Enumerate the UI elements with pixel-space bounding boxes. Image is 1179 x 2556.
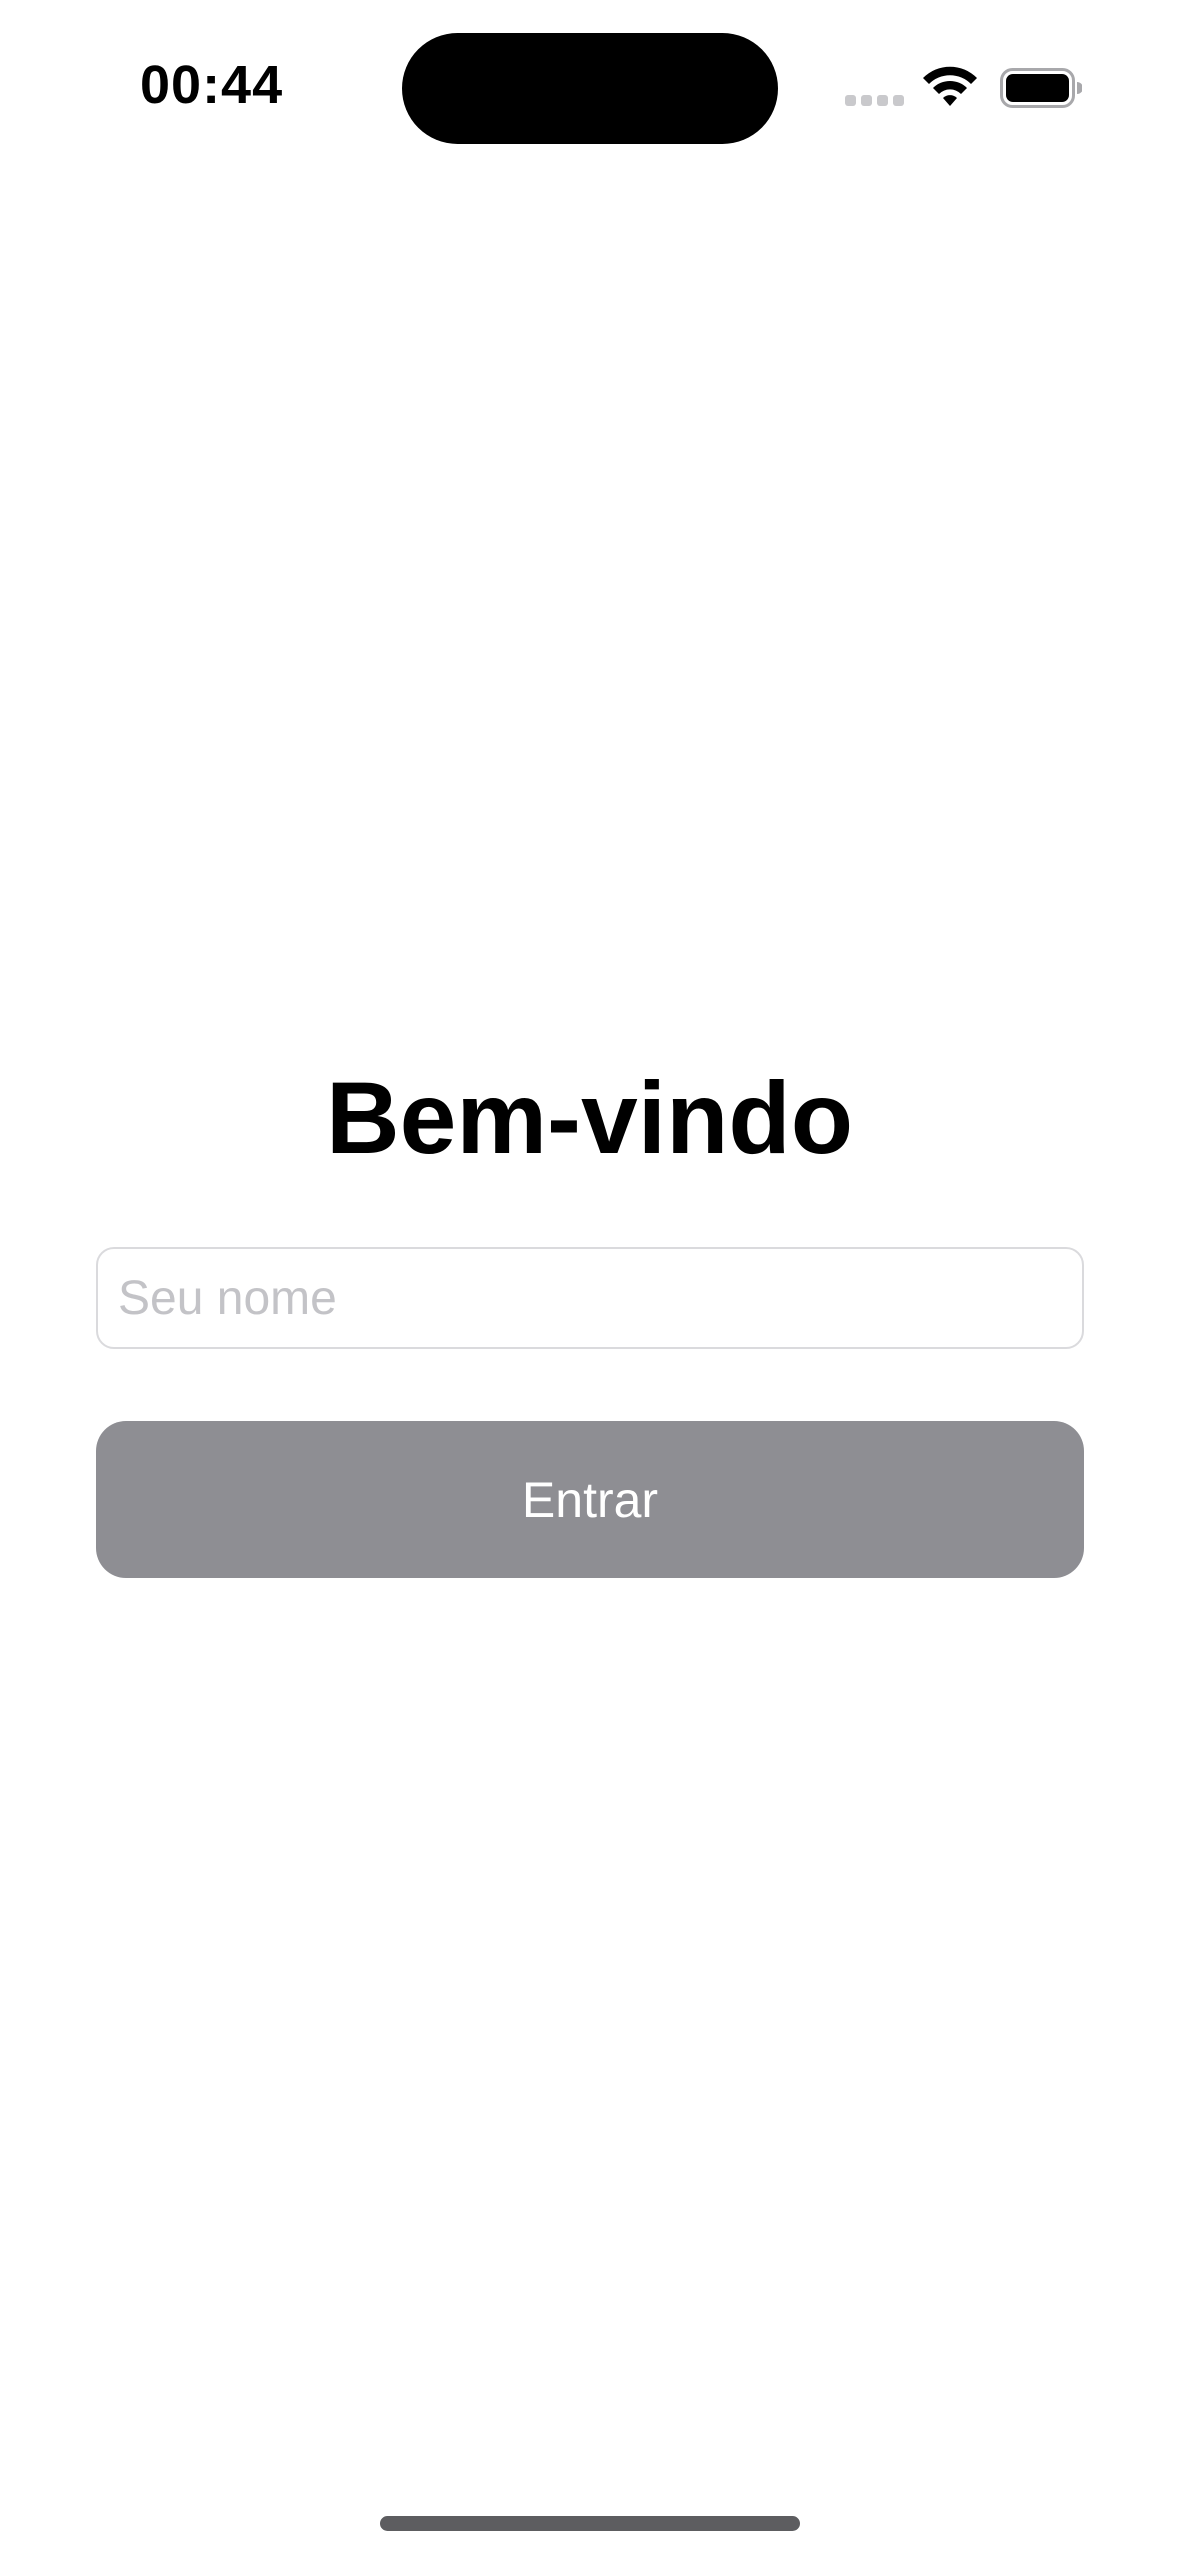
dynamic-island [402, 33, 778, 144]
battery-icon [1000, 68, 1082, 108]
wifi-icon [923, 66, 977, 106]
status-bar: 00:44 [0, 0, 1179, 170]
page-title: Bem-vindo [325, 1061, 854, 1175]
status-time: 00:44 [140, 55, 284, 115]
home-indicator[interactable] [380, 2516, 800, 2531]
name-input[interactable] [96, 1247, 1084, 1349]
enter-button[interactable]: Entrar [96, 1421, 1084, 1578]
signal-icon [845, 95, 905, 107]
